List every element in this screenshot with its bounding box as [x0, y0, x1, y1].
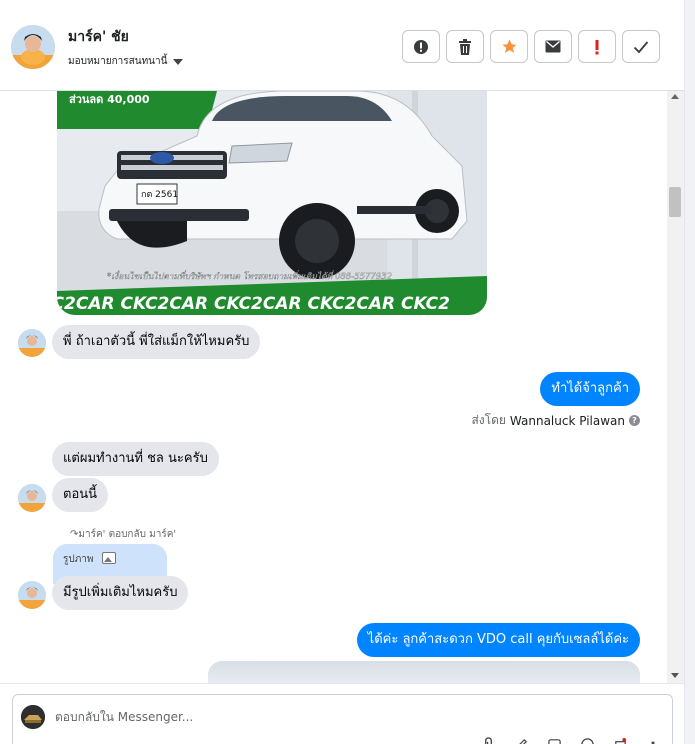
contact-avatar-small [18, 329, 46, 357]
spam-button[interactable] [402, 30, 440, 63]
delete-button[interactable] [446, 30, 484, 63]
contact-name: มาร์ค' ชัย [68, 29, 129, 45]
emoji-icon[interactable] [580, 737, 595, 744]
star-button[interactable] [490, 30, 528, 63]
contact-avatar[interactable] [11, 25, 55, 69]
outgoing-photo-preview[interactable] [208, 661, 640, 683]
sent-by-info: ส่งโดย Wannaluck Pilawan ? [471, 411, 640, 430]
window-edge [684, 0, 695, 744]
gif-icon[interactable] [613, 737, 628, 744]
composer-tools [481, 737, 661, 744]
conversation-toolbar [402, 30, 660, 63]
license-plate: กต 2561 [141, 190, 178, 200]
promo-footnote: *เงื่อนไขเป็นไปตามที่บริษัทฯ กำหนด โทรสอ… [107, 270, 392, 282]
incoming-message[interactable]: มีรูปเพิ่มเติมไหมครับ [52, 576, 189, 610]
scroll-thumb[interactable] [669, 187, 681, 217]
page-avatar [21, 705, 45, 729]
sent-by-prefix: ส่งโดย [471, 413, 506, 427]
assign-conversation-dropdown[interactable]: มอบหมายการสนทนานี้ [68, 54, 184, 69]
messenger-inbox: มาร์ค' ชัย มอบหมายการสนทนานี้ ส่วนลด 40,… [0, 0, 695, 744]
pencil-icon[interactable] [514, 737, 529, 744]
mark-unread-button[interactable] [534, 30, 572, 63]
brand-strip: CKC2CAR CKC2CAR CKC2CAR CKC2CAR CKC2 [57, 294, 450, 314]
photo-icon [101, 552, 116, 564]
star-icon [501, 39, 517, 53]
incoming-message[interactable]: พี่ ถ้าเอาตัวนี้ พี่ใส่แม็กให้ไหมครับ [52, 325, 261, 359]
envelope-icon [545, 40, 561, 53]
car-photo-attachment[interactable]: ส่วนลด 40,000 กต 2561 *เงื่อนไขเป็นไปตาม… [57, 91, 487, 315]
like-icon[interactable] [646, 737, 661, 744]
help-icon[interactable]: ? [629, 415, 640, 426]
scroll-up-arrow[interactable] [671, 94, 679, 99]
outgoing-message[interactable]: ได้ค่ะ ลูกค้าสะดวก VDO call คุยกับเซลล์ไ… [356, 623, 640, 657]
contact-avatar-small [18, 484, 46, 512]
chevron-down-icon [173, 58, 184, 65]
trash-icon [459, 38, 471, 55]
mark-done-button[interactable] [622, 30, 660, 63]
incoming-message[interactable]: แต่ผมทำงานที่ ชล นะครับ [52, 442, 219, 476]
banner-text: ส่วนลด 40,000 [69, 93, 150, 106]
contact-avatar-small [18, 581, 46, 609]
alert-circle-icon [414, 39, 428, 54]
paperclip-icon[interactable] [481, 737, 496, 744]
message-thread[interactable]: ส่วนลด 40,000 กต 2561 *เงื่อนไขเป็นไปตาม… [0, 91, 667, 683]
thread-scrollbar[interactable] [667, 91, 684, 683]
incoming-message[interactable]: ตอนนี้ [52, 478, 109, 512]
reply-label: ↷มาร์ค' ตอบกลับ มาร์ค' [70, 529, 177, 540]
conversation-header: มาร์ค' ชัย มอบหมายการสนทนานี้ [0, 0, 684, 91]
message-composer [0, 683, 684, 744]
check-icon [633, 40, 649, 53]
assign-label: มอบหมายการสนทนานี้ [68, 56, 168, 67]
sent-by-name: Wannaluck Pilawan [509, 413, 625, 428]
scroll-down-arrow[interactable] [671, 673, 679, 678]
reply-input[interactable] [55, 707, 615, 727]
quoted-label: รูปภาพ [63, 554, 94, 565]
exclamation-icon [595, 39, 599, 54]
important-button[interactable] [578, 30, 616, 63]
image-icon[interactable] [547, 737, 562, 744]
outgoing-message[interactable]: ทำได้จ้าลูกค้า [540, 372, 640, 406]
compose-box[interactable] [12, 694, 673, 744]
